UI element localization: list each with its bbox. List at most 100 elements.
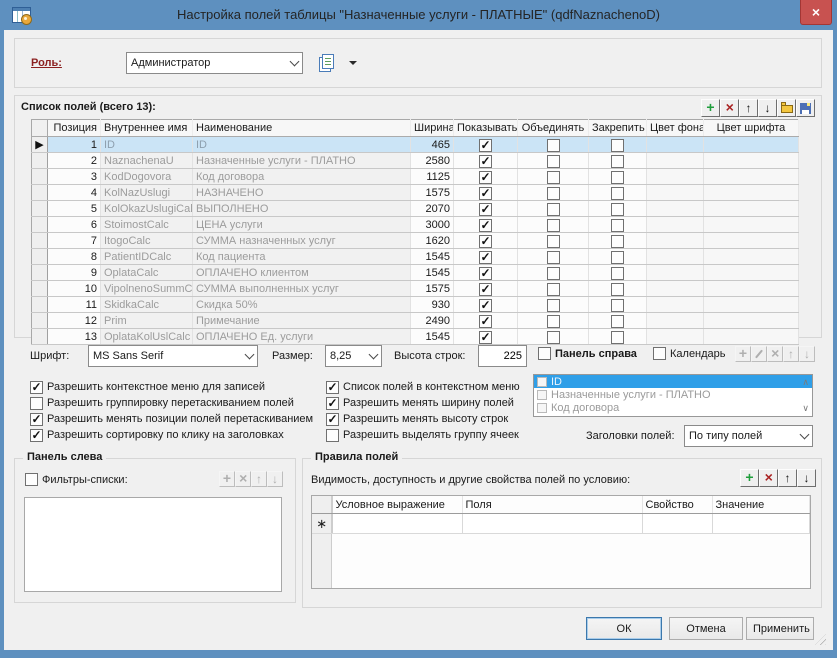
- pin-checkbox[interactable]: [611, 235, 624, 248]
- rules-cell-condition[interactable]: [332, 514, 462, 534]
- cell-show[interactable]: ✓: [454, 329, 518, 345]
- cell-pin[interactable]: [589, 185, 647, 201]
- cell-pin[interactable]: [589, 153, 647, 169]
- table-row[interactable]: 2NaznachenaUНазначенные услуги - ПЛАТНО2…: [32, 153, 799, 169]
- merge-checkbox[interactable]: [547, 203, 560, 216]
- cell-font-color[interactable]: [704, 153, 799, 169]
- cell-show[interactable]: ✓: [454, 185, 518, 201]
- cell-pin[interactable]: [589, 169, 647, 185]
- cell-bg-color[interactable]: [647, 297, 704, 313]
- column-header[interactable]: Позиция: [48, 120, 101, 137]
- table-row[interactable]: 5KolOkazUslugiCalcВЫПОЛНЕНО2070✓: [32, 201, 799, 217]
- table-row[interactable]: 6StoimostCalcЦЕНА услуги3000✓: [32, 217, 799, 233]
- show-checkbox[interactable]: ✓: [479, 299, 492, 312]
- table-row[interactable]: 8PatientIDCalcКод пациента1545✓: [32, 249, 799, 265]
- column-header[interactable]: Объединять: [518, 120, 589, 137]
- table-row[interactable]: 10VipolnenoSummCalСУММА выполненных услу…: [32, 281, 799, 297]
- show-checkbox[interactable]: ✓: [479, 283, 492, 296]
- cell-bg-color[interactable]: [647, 137, 704, 153]
- cell-width[interactable]: 1545: [411, 329, 454, 345]
- cell-caption[interactable]: ОПЛАЧЕНО Ед. услуги: [193, 329, 411, 345]
- field-headers-select[interactable]: По типу полей: [684, 425, 813, 447]
- chevron-down-icon[interactable]: [286, 53, 302, 73]
- role-select[interactable]: Администратор: [126, 52, 303, 74]
- table-row[interactable]: 3KodDogovoraКод договора1125✓: [32, 169, 799, 185]
- cell-caption[interactable]: ОПЛАЧЕНО клиентом: [193, 265, 411, 281]
- table-row[interactable]: 13OplataKolUslCalcОПЛАЧЕНО Ед. услуги154…: [32, 329, 799, 345]
- cell-merge[interactable]: [518, 313, 589, 329]
- option-row[interactable]: ✓Разрешить менять позиции полей перетаск…: [30, 411, 313, 427]
- option-row[interactable]: ✓Разрешить менять ширину полей: [326, 395, 520, 411]
- cell-show[interactable]: ✓: [454, 265, 518, 281]
- delete-button[interactable]: [759, 469, 778, 487]
- option-checkbox[interactable]: ✓: [326, 413, 339, 426]
- cell-bg-color[interactable]: [647, 329, 704, 345]
- move-down-button[interactable]: [797, 469, 816, 487]
- cell-internal-name[interactable]: StoimostCalc: [101, 217, 193, 233]
- show-checkbox[interactable]: ✓: [479, 267, 492, 280]
- cell-pin[interactable]: [589, 217, 647, 233]
- cell-show[interactable]: ✓: [454, 249, 518, 265]
- cell-merge[interactable]: [518, 233, 589, 249]
- cell-font-color[interactable]: [704, 217, 799, 233]
- copy-settings-button[interactable]: [318, 52, 342, 74]
- cell-pin[interactable]: [589, 265, 647, 281]
- rules-column-header[interactable]: Условное выражение: [332, 496, 462, 514]
- open-button[interactable]: [777, 99, 796, 117]
- column-header[interactable]: Закрепить: [589, 120, 647, 137]
- cell-bg-color[interactable]: [647, 169, 704, 185]
- table-row[interactable]: 4KolNazUslugiНАЗНАЧЕНО1575✓: [32, 185, 799, 201]
- move-down-button[interactable]: [758, 99, 777, 117]
- cell-position[interactable]: 12: [48, 313, 101, 329]
- option-checkbox[interactable]: ✓: [326, 381, 339, 394]
- cell-font-color[interactable]: [704, 313, 799, 329]
- cell-caption[interactable]: Код договора: [193, 169, 411, 185]
- cell-show[interactable]: ✓: [454, 201, 518, 217]
- cell-width[interactable]: 1575: [411, 185, 454, 201]
- calendar-checkbox[interactable]: [653, 347, 666, 360]
- option-row[interactable]: Разрешить группировку перетаскиванием по…: [30, 395, 313, 411]
- pin-checkbox[interactable]: [611, 139, 624, 152]
- show-checkbox[interactable]: ✓: [479, 203, 492, 216]
- show-checkbox[interactable]: ✓: [479, 235, 492, 248]
- list-item[interactable]: ID: [534, 375, 812, 388]
- cell-width[interactable]: 3000: [411, 217, 454, 233]
- cell-merge[interactable]: [518, 329, 589, 345]
- merge-checkbox[interactable]: [547, 155, 560, 168]
- cell-position[interactable]: 4: [48, 185, 101, 201]
- cell-bg-color[interactable]: [647, 249, 704, 265]
- cell-bg-color[interactable]: [647, 233, 704, 249]
- size-select[interactable]: 8,25: [325, 345, 382, 367]
- cell-position[interactable]: 6: [48, 217, 101, 233]
- cell-internal-name[interactable]: OplataKolUslCalc: [101, 329, 193, 345]
- scroll-down-icon[interactable]: ∨: [802, 404, 809, 413]
- show-checkbox[interactable]: ✓: [479, 219, 492, 232]
- pin-checkbox[interactable]: [611, 299, 624, 312]
- column-header[interactable]: Цвет шрифта: [704, 120, 799, 137]
- ok-button[interactable]: ОК: [586, 617, 662, 640]
- option-checkbox[interactable]: ✓: [30, 429, 43, 442]
- cell-bg-color[interactable]: [647, 265, 704, 281]
- merge-checkbox[interactable]: [547, 251, 560, 264]
- move-up-button[interactable]: [778, 469, 797, 487]
- cell-font-color[interactable]: [704, 297, 799, 313]
- scroll-up-icon[interactable]: ∧: [802, 378, 809, 387]
- cell-font-color[interactable]: [704, 201, 799, 217]
- cell-caption[interactable]: ВЫПОЛНЕНО: [193, 201, 411, 217]
- merge-checkbox[interactable]: [547, 187, 560, 200]
- cancel-button[interactable]: Отмена: [669, 617, 743, 640]
- merge-checkbox[interactable]: [547, 139, 560, 152]
- pin-checkbox[interactable]: [611, 219, 624, 232]
- cell-merge[interactable]: [518, 297, 589, 313]
- cell-width[interactable]: 1125: [411, 169, 454, 185]
- cell-position[interactable]: 8: [48, 249, 101, 265]
- cell-internal-name[interactable]: PatientIDCalc: [101, 249, 193, 265]
- cell-bg-color[interactable]: [647, 281, 704, 297]
- show-checkbox[interactable]: ✓: [479, 187, 492, 200]
- option-row[interactable]: ✓Список полей в контекстном меню: [326, 379, 520, 395]
- pin-checkbox[interactable]: [611, 187, 624, 200]
- table-row[interactable]: 7ItogoCalcСУММА назначенных услуг1620✓: [32, 233, 799, 249]
- cell-internal-name[interactable]: VipolnenoSummCal: [101, 281, 193, 297]
- cell-bg-color[interactable]: [647, 313, 704, 329]
- cell-width[interactable]: 1545: [411, 265, 454, 281]
